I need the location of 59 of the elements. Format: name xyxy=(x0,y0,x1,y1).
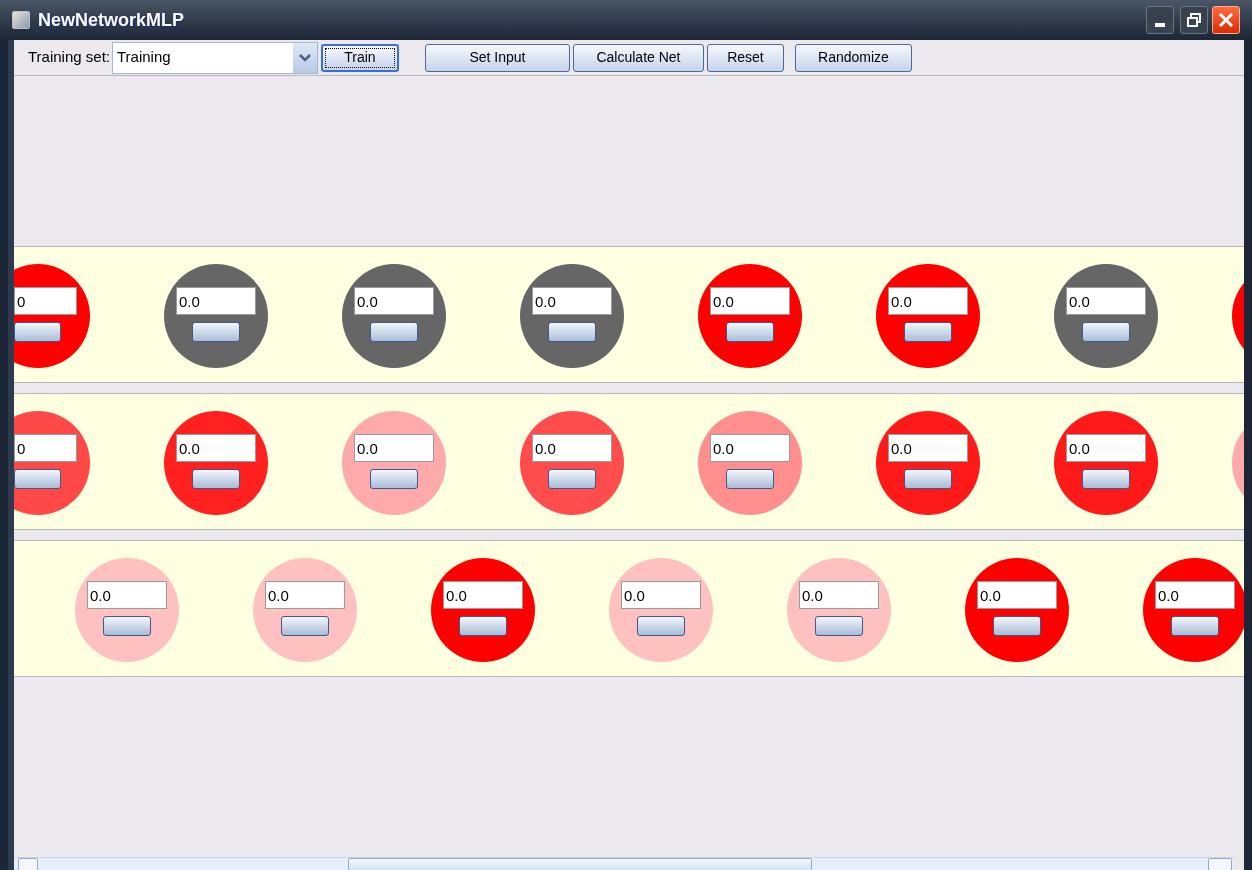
value-field[interactable]: 0.0 xyxy=(176,287,256,315)
value-field[interactable]: 0.0 xyxy=(354,287,434,315)
neuron-button[interactable] xyxy=(993,616,1041,636)
value-field[interactable]: 0.0 xyxy=(265,581,345,609)
training-set-label: Training set: xyxy=(28,47,110,68)
neuron-button[interactable] xyxy=(459,616,507,636)
training-set-dropdown[interactable]: Training xyxy=(112,41,318,74)
neuron-button[interactable] xyxy=(281,616,329,636)
value-field[interactable]: 0.0 xyxy=(710,434,790,462)
neuron-button[interactable] xyxy=(1171,616,1219,636)
window-title: NewNetworkMLP xyxy=(38,8,185,32)
neuron-button[interactable] xyxy=(637,616,685,636)
close-icon xyxy=(1218,12,1234,28)
value-field[interactable]: 0.0 xyxy=(532,434,612,462)
horizontal-scrollbar[interactable] xyxy=(14,857,1234,870)
value-field[interactable]: 0.0 xyxy=(1155,581,1235,609)
value-field[interactable]: 0.0 xyxy=(621,581,701,609)
restore-icon xyxy=(1187,13,1201,27)
value-field[interactable]: 0.0 xyxy=(532,287,612,315)
neuron-button[interactable] xyxy=(14,469,61,489)
neuron-button[interactable] xyxy=(815,616,863,636)
chevron-down-icon xyxy=(293,42,317,73)
neuron-button[interactable] xyxy=(370,322,418,342)
neuron-button[interactable] xyxy=(904,469,952,489)
value-field[interactable]: 0.0 xyxy=(888,434,968,462)
value-field[interactable]: 0.0 xyxy=(799,581,879,609)
neuron-button[interactable] xyxy=(370,469,418,489)
neuron-button[interactable] xyxy=(726,322,774,342)
neuron-button[interactable] xyxy=(1082,469,1130,489)
neuron-button[interactable] xyxy=(904,322,952,342)
neuron-button[interactable] xyxy=(1082,322,1130,342)
value-field[interactable]: 0.0 xyxy=(87,581,167,609)
value-field[interactable]: 0 xyxy=(14,434,77,462)
scrollbar-thumb[interactable] xyxy=(348,858,812,870)
value-field[interactable]: 0.0 xyxy=(977,581,1057,609)
toolbar-button[interactable]: Randomize xyxy=(795,43,912,72)
toolbar-button[interactable]: Calculate Net xyxy=(573,43,704,72)
neuron-button[interactable] xyxy=(548,469,596,489)
value-field[interactable]: 0.0 xyxy=(1066,287,1146,315)
minimize-button[interactable] xyxy=(1146,6,1174,34)
toolbar-button[interactable]: Reset xyxy=(707,43,784,72)
app-icon xyxy=(12,11,30,29)
neuron-button[interactable] xyxy=(192,322,240,342)
restore-button[interactable] xyxy=(1180,6,1208,34)
toolbar-button[interactable]: Set Input xyxy=(425,43,570,72)
value-field[interactable]: 0.0 xyxy=(1066,434,1146,462)
neuron-button[interactable] xyxy=(103,616,151,636)
neuron-button[interactable] xyxy=(14,322,61,342)
toolbar-button[interactable]: Train xyxy=(321,43,399,72)
close-button[interactable] xyxy=(1212,6,1240,34)
neuron-button[interactable] xyxy=(192,469,240,489)
value-field[interactable]: 0.0 xyxy=(443,581,523,609)
value-field[interactable]: 0.0 xyxy=(176,434,256,462)
value-field[interactable]: 0.0 xyxy=(710,287,790,315)
neuron-button[interactable] xyxy=(548,322,596,342)
value-field[interactable]: 0.0 xyxy=(354,434,434,462)
value-field[interactable]: 0.0 xyxy=(888,287,968,315)
value-field[interactable]: 0 xyxy=(14,287,77,315)
neuron-button[interactable] xyxy=(726,469,774,489)
